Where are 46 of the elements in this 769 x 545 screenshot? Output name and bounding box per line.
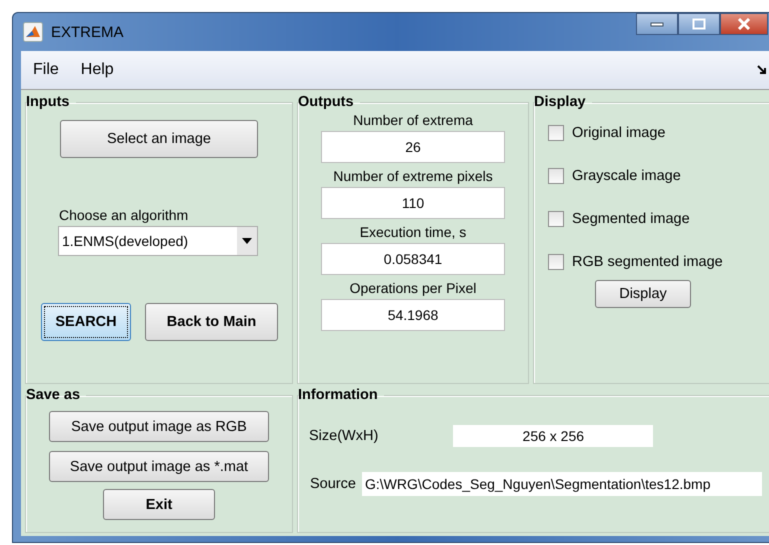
output-field: 0.058341 [321, 243, 505, 275]
exit-button[interactable]: Exit [103, 489, 215, 520]
checkbox[interactable] [548, 254, 564, 270]
size-value: 256 x 256 [453, 425, 654, 447]
checkbox[interactable] [548, 168, 564, 184]
window-title: EXTREMA [51, 24, 124, 40]
source-label: Source [310, 476, 356, 492]
maximize-button[interactable] [678, 13, 720, 35]
algorithm-label: Choose an algorithm [59, 207, 190, 223]
panel-title: Save as [26, 387, 82, 403]
output-field: 26 [321, 131, 505, 163]
output-label: Execution time, s [360, 224, 466, 240]
algorithm-dropdown[interactable]: 1.ENMS(developed) [58, 226, 258, 256]
menu-item[interactable]: Help [80, 61, 114, 79]
output-field: 54.1968 [321, 299, 505, 331]
output-label: Number of extrema [353, 112, 473, 128]
select-image-button[interactable]: Select an image [60, 120, 258, 158]
checkbox[interactable] [548, 125, 564, 141]
display-button[interactable]: Display [595, 280, 691, 308]
menu-item[interactable]: File [33, 61, 59, 79]
app-icon [23, 22, 43, 42]
dropdown-arrow-icon [242, 238, 252, 244]
checkbox-label: RGB segmented image [572, 254, 723, 270]
close-icon [737, 18, 751, 30]
search-button[interactable]: SEARCH [41, 303, 131, 341]
output-label: Operations per Pixel [350, 280, 476, 296]
output-label: Number of extreme pixels [333, 168, 493, 184]
panel-title: Information [298, 387, 379, 403]
checkbox[interactable] [548, 211, 564, 227]
panel-title: Outputs [298, 94, 355, 110]
dock-arrow-icon[interactable] [757, 65, 767, 75]
checkbox-label: Grayscale image [572, 168, 681, 184]
back-to-main-button[interactable]: Back to Main [145, 303, 278, 341]
minimize-icon [650, 21, 664, 27]
close-button[interactable] [720, 13, 768, 35]
panel-title: Inputs [26, 94, 70, 110]
maximize-icon [692, 18, 706, 30]
output-field: 110 [321, 187, 505, 219]
minimize-button[interactable] [636, 13, 678, 35]
save-button[interactable]: Save output image as RGB [49, 411, 269, 442]
checkbox-label: Original image [572, 125, 666, 141]
save-button[interactable]: Save output image as *.mat [49, 451, 269, 482]
panel-title: Display [534, 94, 587, 110]
size-label: Size(WxH) [309, 428, 378, 444]
checkbox-label: Segmented image [572, 211, 690, 227]
source-value: G:\WRG\Codes_Seg_Nguyen\Segmentation\tes12.bmp [362, 472, 762, 496]
